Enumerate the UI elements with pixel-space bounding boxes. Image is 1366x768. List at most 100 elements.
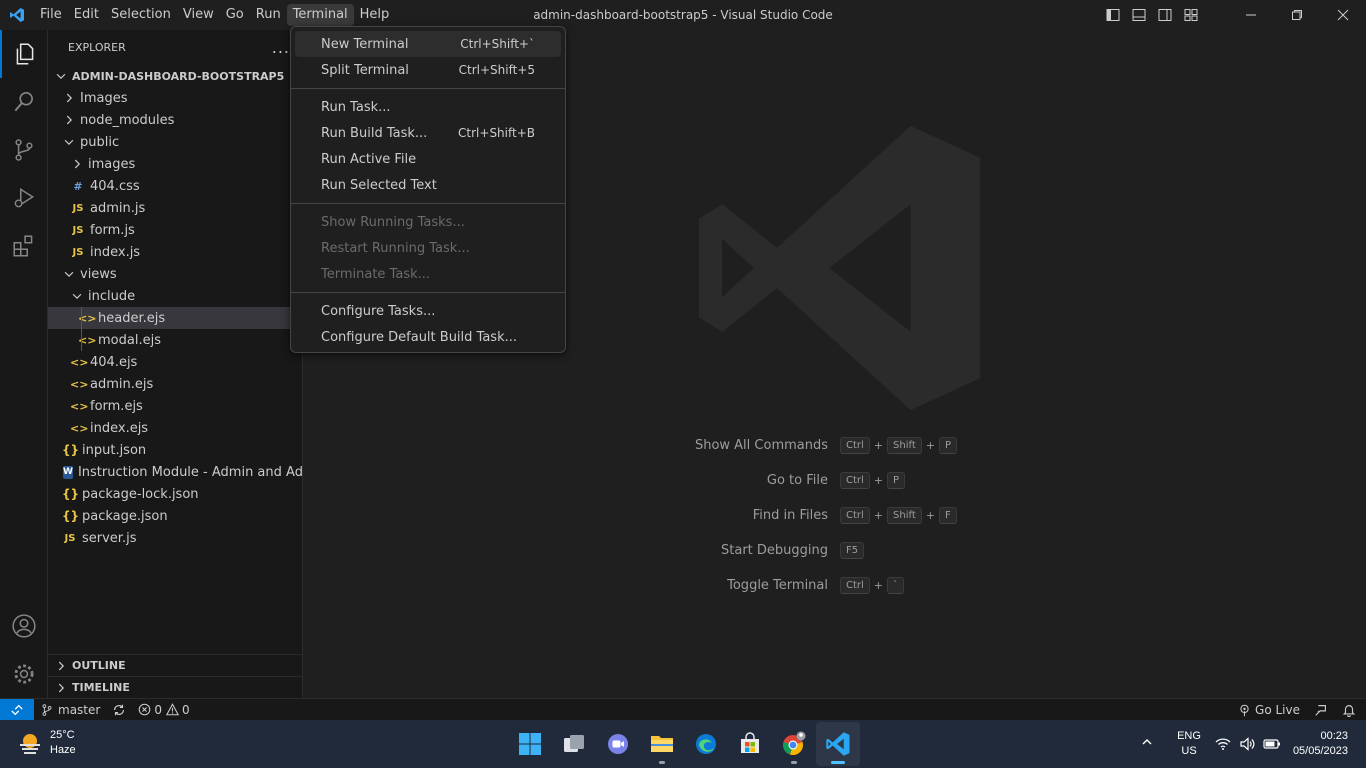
tree-folder[interactable]: images [48,153,302,175]
tree-file[interactable]: {} package.json [48,505,302,527]
tree-file[interactable]: <> admin.ejs [48,373,302,395]
tree-item-label: form.js [90,222,135,238]
menu-item-new-terminal[interactable]: New Terminal Ctrl+Shift+` [295,31,561,57]
keycap: P [938,437,957,454]
shortcut-label: Go to File [766,473,828,488]
explorer-icon[interactable] [0,30,48,78]
tree-file[interactable]: {} input.json [48,439,302,461]
manage-gear-icon[interactable] [0,650,48,698]
go-live-button[interactable]: Go Live [1232,699,1306,721]
branch-indicator[interactable]: master [34,699,106,721]
problems-indicator[interactable]: 0 0 [132,699,195,721]
tree-file[interactable]: <> form.ejs [48,395,302,417]
menu-terminal[interactable]: Terminal [286,4,354,26]
menu-item-configure-default-build-task[interactable]: Configure Default Build Task... [295,324,561,350]
workspace-name: ADMIN-DASHBOARD-BOOTSTRAP5 [72,69,285,83]
tree-file[interactable]: <> header.ejs [48,307,302,329]
tree-file[interactable]: JS form.js [48,219,302,241]
menu-edit[interactable]: Edit [68,4,105,26]
timeline-label: TIMELINE [72,681,130,694]
task-view-button[interactable] [552,722,596,766]
tree-item-label: include [88,288,136,304]
tree-file[interactable]: <> 404.ejs [48,351,302,373]
tree-file[interactable]: #404.css [48,175,302,197]
feedback-icon[interactable] [1306,699,1336,721]
menu-item-restart-running-task: Restart Running Task... [295,235,561,261]
tree-folder[interactable]: views [48,263,302,285]
tree-file[interactable]: W Instruction Module - Admin and Add... [48,461,302,483]
tree-item-label: index.js [90,244,141,260]
tree-item-label: modal.ejs [98,332,161,348]
chrome-browser-button[interactable] [772,722,816,766]
outline-section[interactable]: OUTLINE [48,654,303,676]
run-and-debug-icon[interactable] [0,174,48,222]
microsoft-store-button[interactable] [728,722,772,766]
toggle-secondary-sidebar-icon[interactable] [1152,0,1178,30]
tree-file[interactable]: <> modal.ejs [48,329,302,351]
teams-chat-button[interactable] [596,722,640,766]
search-icon[interactable] [0,78,48,126]
menu-item-run-build-task[interactable]: Run Build Task... Ctrl+Shift+B [295,120,561,146]
go-live-label: Go Live [1255,703,1300,717]
keycap: Shift [887,437,922,454]
menu-go[interactable]: Go [220,4,250,26]
shortcut-keys: Ctrl + P [840,472,906,489]
more-actions-icon[interactable]: ... [272,38,290,57]
workspace-root[interactable]: ADMIN-DASHBOARD-BOOTSTRAP5 [48,65,302,87]
activity-bar [0,30,48,698]
json-file-icon: {} [62,443,80,457]
accounts-icon[interactable] [0,602,48,650]
edge-browser-button[interactable] [684,722,728,766]
menu-item-run-task[interactable]: Run Task... [295,94,561,120]
menu-separator [291,88,565,89]
input-language[interactable]: ENG US [1167,729,1211,759]
tree-file[interactable]: JS index.js [48,241,302,263]
menu-item-run-selected-text[interactable]: Run Selected Text [295,172,561,198]
quick-settings[interactable] [1211,736,1285,752]
git-branch-icon [42,703,52,716]
close-icon[interactable] [1320,0,1366,30]
file-explorer-button[interactable] [640,722,684,766]
customize-layout-icon[interactable] [1178,0,1204,30]
keycap: F5 [840,542,865,559]
toggle-panel-icon[interactable] [1126,0,1152,30]
show-hidden-icons-chevron-up-icon[interactable] [1127,735,1167,753]
tree-file[interactable]: JS server.js [48,527,302,549]
tree-item-label: Images [80,90,128,106]
notifications-bell-icon[interactable] [1336,699,1366,721]
tree-item-label: 404.css [90,178,140,194]
tree-file[interactable]: JS admin.js [48,197,302,219]
timeline-section[interactable]: TIMELINE [48,676,303,698]
tree-file[interactable]: <> index.ejs [48,417,302,439]
menu-selection[interactable]: Selection [105,4,177,26]
menu-file[interactable]: File [34,4,68,26]
tree-folder[interactable]: include [48,285,302,307]
sync-icon[interactable] [106,699,132,721]
restore-icon[interactable] [1274,0,1320,30]
extensions-icon[interactable] [0,222,48,270]
minimize-icon[interactable] [1228,0,1274,30]
remote-indicator-icon[interactable] [0,698,34,721]
task-view-icon [564,735,584,752]
menu-view[interactable]: View [177,4,220,26]
tree-folder[interactable]: node_modules [48,109,302,131]
tree-item-label: images [88,156,136,172]
language-code: ENG [1177,730,1201,742]
tree-folder[interactable]: public [48,131,302,153]
menu-run[interactable]: Run [250,4,287,26]
tree-file[interactable]: {} package-lock.json [48,483,302,505]
tree-folder[interactable]: Images [48,87,302,109]
source-control-icon[interactable] [0,126,48,174]
toggle-primary-sidebar-icon[interactable] [1100,0,1126,30]
vscode-taskbar-button[interactable] [816,722,860,766]
menu-item-run-active-file[interactable]: Run Active File [295,146,561,172]
clock[interactable]: 00:23 05/05/2023 [1285,729,1366,759]
start-button[interactable] [508,722,552,766]
menu-item-split-terminal[interactable]: Split Terminal Ctrl+Shift+5 [295,57,561,83]
menu-help[interactable]: Help [354,4,396,26]
weather-widget[interactable]: 25°C Haze [16,728,76,758]
chevron-right-icon [58,661,65,670]
menu-item-show-running-tasks: Show Running Tasks... [295,209,561,235]
keycap: Ctrl [840,472,870,489]
menu-item-configure-tasks[interactable]: Configure Tasks... [295,298,561,324]
